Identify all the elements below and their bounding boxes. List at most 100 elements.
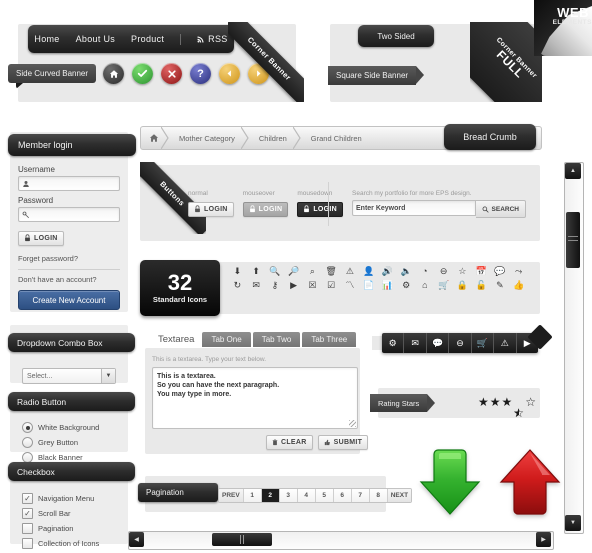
redo-icon[interactable]: ⤳ (515, 266, 522, 277)
textarea-input[interactable]: This is a textarea. So you can have the … (152, 367, 358, 429)
arrow-down-large-icon[interactable] (414, 444, 486, 520)
cart-icon[interactable]: 🛒 (438, 280, 449, 291)
search-input[interactable]: Enter Keyword (352, 200, 476, 216)
nav-item-rss[interactable]: RSS (197, 34, 227, 44)
radio-option-0[interactable]: White Background (22, 422, 122, 433)
star-icon[interactable]: ☆ (458, 266, 466, 277)
refresh-icon[interactable]: ↻ (234, 280, 242, 291)
checkbox-icon-checked[interactable]: ✓ (22, 493, 33, 504)
breadcrumb-item-1[interactable]: Children (249, 127, 293, 149)
search-button[interactable]: SEARCH (475, 200, 526, 218)
pagination-page-1[interactable]: 1 (243, 489, 262, 502)
rating-stars[interactable]: ★★★ ☆ ★ ☆ (478, 395, 537, 420)
collapse-icon[interactable]: ☒ (308, 280, 316, 291)
icon-toolbar[interactable]: ⚙ ✉ 💬 ⊖ 🛒 ⚠ ▶ (382, 333, 538, 353)
pagination-page-8[interactable]: 8 (369, 489, 388, 502)
pagination-page-2[interactable]: 2 (261, 489, 280, 502)
thumbs-up-icon[interactable]: 👍 (513, 280, 524, 291)
pagination-page-7[interactable]: 7 (351, 489, 370, 502)
login-button-active[interactable]: LOGIN (297, 201, 344, 217)
star-full-icon[interactable]: ★ (490, 395, 502, 409)
lock-open-icon[interactable]: 🔓 (476, 280, 487, 291)
zoom-in-icon[interactable]: 🔍 (269, 266, 280, 277)
arrow-up-icon[interactable]: ⬆ (252, 266, 260, 277)
calendar-icon[interactable]: 📅 (476, 266, 487, 277)
key-icon[interactable]: ⚷ (272, 280, 279, 291)
pagination-page-4[interactable]: 4 (297, 489, 316, 502)
vertical-scroll-thumb[interactable] (566, 212, 580, 268)
checkbox-icon-checked[interactable]: ✓ (22, 508, 33, 519)
tab-textarea[interactable]: Textarea (152, 332, 200, 347)
mail-icon[interactable]: ✉ (252, 280, 260, 291)
nav-item-home[interactable]: Home (34, 34, 59, 44)
mail-icon[interactable]: ✉ (404, 333, 427, 353)
chart-icon[interactable]: 📊 (382, 280, 393, 291)
top-navigation-bar[interactable]: Home About Us Product RSS (28, 25, 234, 53)
checkbox-option-1[interactable]: ✓ Scroll Bar (22, 508, 126, 519)
clock-icon[interactable]: ◔ (422, 266, 427, 277)
checkbox-icon[interactable] (22, 538, 33, 549)
scroll-up-button[interactable]: ▲ (565, 163, 581, 179)
user-icon[interactable]: 👤 (363, 266, 374, 277)
home-icon[interactable]: ⌂ (422, 280, 427, 291)
star-empty-icon[interactable]: ☆ (525, 395, 537, 409)
checkbox-icon[interactable] (22, 523, 33, 534)
login-button-hover[interactable]: LOGIN (242, 201, 289, 217)
expand-icon[interactable]: ☑ (327, 280, 335, 291)
dropdown-select[interactable]: Select... ▼ (22, 368, 116, 384)
lock-closed-icon[interactable]: 🔒 (457, 280, 468, 291)
search-icon[interactable]: ⌕ (310, 266, 315, 277)
edit-icon[interactable]: ✎ (496, 280, 504, 291)
check-circle-button[interactable] (132, 63, 153, 84)
star-full-icon[interactable]: ★ (478, 395, 490, 409)
tab-bar[interactable]: Textarea Tab One Tab Two Tab Three (152, 332, 357, 347)
resize-grip-icon[interactable] (349, 420, 356, 427)
rss-icon[interactable]: 〽 (345, 280, 354, 291)
username-input[interactable] (18, 176, 120, 191)
breadcrumb-home[interactable] (141, 127, 161, 149)
pagination-prev[interactable]: PREV (219, 489, 244, 502)
home-circle-button[interactable] (103, 63, 124, 84)
block-icon[interactable]: ⊖ (440, 266, 448, 277)
clear-button[interactable]: CLEAR (266, 435, 313, 450)
tab-two[interactable]: Tab Two (252, 332, 301, 347)
login-button-normal[interactable]: LOGIN (188, 201, 234, 217)
checkbox-option-2[interactable]: Pagination (22, 523, 126, 534)
trash-icon[interactable]: 🗑 (325, 266, 336, 277)
scroll-right-button[interactable]: ▶ (536, 532, 551, 547)
forgot-password-link[interactable]: Forget password? (18, 254, 120, 263)
play-icon[interactable]: ▶ (290, 280, 297, 291)
volume-off-icon[interactable]: 🔈 (401, 266, 412, 277)
pagination-control[interactable]: PREV 1 2 3 4 5 6 7 8 NEXT (218, 488, 413, 503)
arrow-up-large-icon[interactable] (494, 444, 566, 520)
pagination-page-6[interactable]: 6 (333, 489, 352, 502)
login-button[interactable]: LOGIN (18, 230, 64, 246)
create-account-button[interactable]: Create New Account (18, 290, 120, 310)
block-icon[interactable]: ⊖ (449, 333, 472, 353)
scroll-left-button[interactable]: ◀ (129, 532, 144, 547)
pagination-page-3[interactable]: 3 (279, 489, 298, 502)
radio-option-1[interactable]: Grey Button (22, 437, 122, 448)
star-full-icon[interactable]: ★ (502, 395, 514, 409)
tab-one[interactable]: Tab One (202, 332, 251, 347)
scroll-down-button[interactable]: ▼ (565, 515, 581, 531)
nav-item-about[interactable]: About Us (76, 34, 115, 44)
cart-icon[interactable]: 🛒 (472, 333, 495, 353)
warning-icon[interactable]: ⚠ (346, 266, 354, 277)
horizontal-scrollbar[interactable] (128, 531, 554, 550)
gear-icon[interactable]: ⚙ (382, 333, 405, 353)
breadcrumb-item-0[interactable]: Mother Category (169, 127, 241, 149)
horizontal-scroll-thumb[interactable] (212, 533, 272, 546)
nav-item-product[interactable]: Product (131, 34, 164, 44)
tab-three[interactable]: Tab Three (302, 332, 357, 347)
zoom-out-icon[interactable]: 🔎 (288, 266, 299, 277)
pagination-page-5[interactable]: 5 (315, 489, 334, 502)
checkbox-option-3[interactable]: Collection of Icons (22, 538, 126, 549)
radio-icon[interactable] (22, 437, 33, 448)
submit-button[interactable]: SUBMIT (317, 435, 369, 450)
volume-on-icon[interactable]: 🔊 (382, 266, 393, 277)
breadcrumb-item-2[interactable]: Grand Children (301, 127, 368, 149)
document-icon[interactable]: 📄 (363, 280, 374, 291)
comment-icon[interactable]: 💬 (427, 333, 450, 353)
warning-icon[interactable]: ⚠ (494, 333, 517, 353)
